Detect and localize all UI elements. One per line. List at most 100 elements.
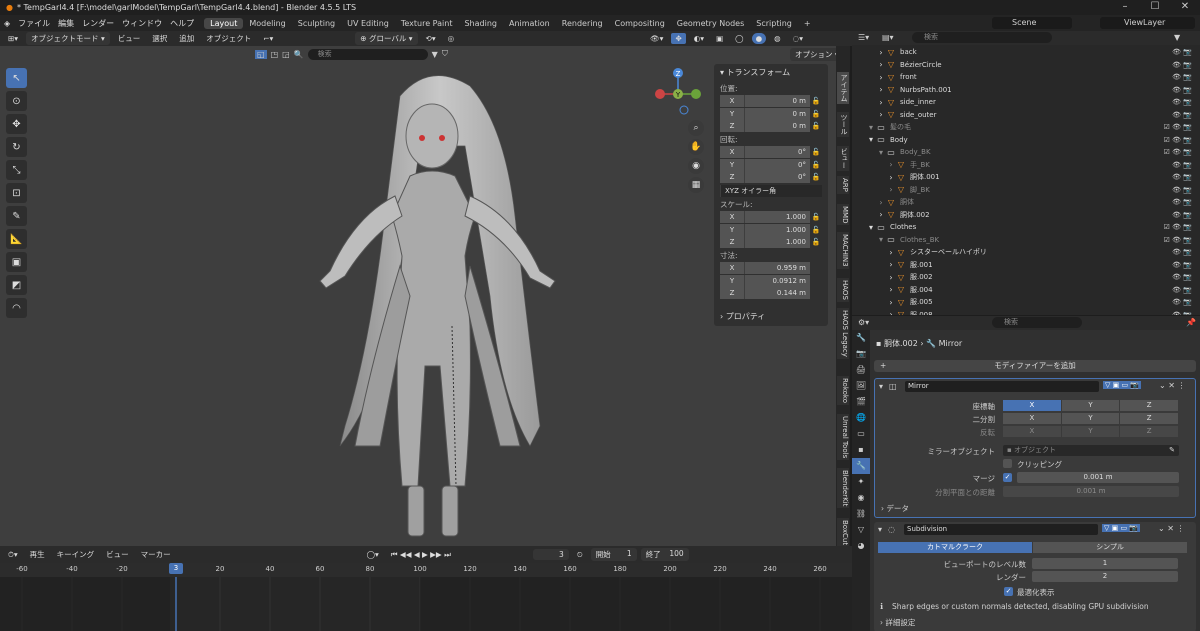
- rotation-y-field[interactable]: 0°: [744, 158, 810, 171]
- flip-toggle[interactable]: XYZ: [1003, 426, 1180, 437]
- menu-view[interactable]: ビュー: [114, 32, 145, 45]
- expand-icon[interactable]: ›: [876, 110, 886, 119]
- frame-start-field[interactable]: 開始 1: [590, 548, 637, 561]
- tab-modeling[interactable]: Modeling: [243, 18, 291, 29]
- tab-tool[interactable]: ツール: [837, 112, 849, 137]
- tab-scripting[interactable]: Scripting: [750, 18, 798, 29]
- viewport-levels-field[interactable]: 1: [1032, 558, 1178, 569]
- visibility-toggle-icon[interactable]: 👁 📷: [1172, 86, 1192, 94]
- data-properties-icon[interactable]: ▽: [852, 522, 870, 538]
- tab-haos-legacy[interactable]: HAOS Legacy: [837, 308, 849, 359]
- collection-properties-icon[interactable]: ▭: [852, 426, 870, 442]
- properties-editor-icon[interactable]: ⚙▾: [858, 318, 869, 327]
- visibility-toggle-icon[interactable]: 👁 📷: [1172, 186, 1192, 194]
- tab-rokoko[interactable]: Rokoko: [837, 376, 849, 406]
- outliner-row[interactable]: › ▽ 胴体.002 👁 📷: [852, 209, 1200, 222]
- scale-tool-icon[interactable]: ⤡: [6, 160, 27, 180]
- tab-compositing[interactable]: Compositing: [609, 18, 671, 29]
- outliner-row[interactable]: › ▽ NurbsPath.001 👁 📷: [852, 84, 1200, 97]
- tab-boxcut[interactable]: BoxCut: [837, 518, 849, 548]
- mirror-object-field[interactable]: ▪ オブジェクト ✎: [1003, 445, 1179, 456]
- outliner-row[interactable]: › ▽ 手_BK 👁 📷: [852, 159, 1200, 172]
- shading-material-icon[interactable]: ◍: [770, 33, 785, 44]
- menu-object[interactable]: オブジェクト: [202, 32, 255, 45]
- tab-uv-editing[interactable]: UV Editing: [341, 18, 395, 29]
- blender-menu-icon[interactable]: ◈: [0, 19, 14, 28]
- outliner-row[interactable]: › ▽ 服.008 👁 📷: [852, 309, 1200, 315]
- timeline-ruler[interactable]: -60 -40 -20 3 20 40 60 80 100 120 140 16…: [0, 563, 852, 577]
- current-frame-field[interactable]: 3: [532, 549, 569, 560]
- transform-b-tool-icon[interactable]: ◩: [6, 275, 27, 295]
- visibility-toggle-icon[interactable]: 👁 📷: [1172, 198, 1192, 206]
- shield-icon[interactable]: ⛉: [442, 49, 448, 59]
- outliner-row[interactable]: › ▽ 脚_BK 👁 📷: [852, 184, 1200, 197]
- modifier-properties-icon[interactable]: 🔧: [852, 458, 870, 474]
- rotation-x-field[interactable]: 0°: [744, 146, 810, 158]
- options-dropdown[interactable]: オプション ▾: [790, 48, 836, 61]
- tab-unreal-tools[interactable]: Unreal Tools: [837, 414, 849, 461]
- render-properties-icon[interactable]: 📷: [852, 346, 870, 362]
- filter-icon[interactable]: ◲: [282, 50, 290, 59]
- pin-icon[interactable]: 📌: [1186, 318, 1196, 327]
- lock-icon[interactable]: 🔓: [810, 238, 822, 246]
- select-tool-icon[interactable]: ↖: [6, 68, 27, 88]
- location-y-field[interactable]: 0 m: [744, 107, 810, 120]
- expand-icon[interactable]: ›: [886, 160, 896, 169]
- expand-icon[interactable]: ›: [886, 185, 896, 194]
- outliner-row[interactable]: ▾ ▭ Body ☑ 👁 📷: [852, 134, 1200, 147]
- output-properties-icon[interactable]: 🖨: [852, 362, 870, 378]
- expand-icon[interactable]: ›: [886, 173, 896, 182]
- tab-sculpting[interactable]: Sculpting: [292, 18, 341, 29]
- visibility-toggle-icon[interactable]: 👁 📷: [1172, 248, 1192, 256]
- location-x-field[interactable]: 0 m: [744, 95, 810, 107]
- snap-icon[interactable]: ⌐▾: [259, 33, 277, 44]
- playhead[interactable]: 3: [169, 563, 183, 574]
- location-z-field[interactable]: 0 m: [744, 120, 810, 132]
- expand-icon[interactable]: ›: [876, 48, 886, 57]
- lock-icon[interactable]: 🔓: [810, 97, 822, 105]
- tab-haos[interactable]: HAOS: [837, 278, 849, 302]
- menu-timeline-view[interactable]: ビュー: [102, 548, 133, 561]
- frame-end-field[interactable]: 終了 100: [640, 548, 689, 561]
- xray-icon[interactable]: ▣: [712, 33, 727, 44]
- playback-controls[interactable]: ⏮ ◀◀ ◀ ▶ ▶▶ ⏭: [387, 549, 455, 561]
- tab-machin3[interactable]: MACHIN3: [837, 232, 849, 269]
- subdivision-type-toggle[interactable]: カトマルクラーク シンプル: [878, 542, 1188, 553]
- zoom-icon[interactable]: ⌕: [688, 120, 704, 136]
- tab-layout[interactable]: Layout: [204, 17, 244, 29]
- scale-x-field[interactable]: 1.000: [744, 211, 810, 223]
- expand-icon[interactable]: ›: [886, 273, 896, 282]
- lock-icon[interactable]: 🔓: [810, 122, 822, 130]
- maximize-button[interactable]: ☐: [1140, 0, 1170, 15]
- world-properties-icon[interactable]: 🌐: [852, 410, 870, 426]
- expand-icon[interactable]: ›: [886, 248, 896, 257]
- menu-help[interactable]: ヘルプ: [166, 18, 198, 29]
- data-subpanel[interactable]: › データ: [881, 503, 909, 514]
- scene-selector[interactable]: Scene: [992, 17, 1072, 29]
- object-properties-icon[interactable]: ▪: [852, 442, 870, 458]
- merge-checkbox[interactable]: ✓: [1003, 473, 1012, 482]
- visibility-toggle-icon[interactable]: ☑ 👁 📷: [1164, 123, 1192, 131]
- record-icon[interactable]: ◯▾: [363, 549, 383, 560]
- physics-icon[interactable]: ◉: [852, 490, 870, 506]
- outliner-row[interactable]: › ▽ 服.002 👁 📷: [852, 271, 1200, 284]
- modifier-visibility-icons[interactable]: ▽ ▣ ▭ 📷: [1102, 524, 1141, 532]
- particles-icon[interactable]: ✦: [852, 474, 870, 490]
- move-tool-icon[interactable]: ✥: [6, 114, 27, 134]
- visibility-toggle-icon[interactable]: 👁 📷: [1172, 311, 1192, 315]
- rotation-mode-dropdown[interactable]: XYZ オイラー角: [720, 185, 822, 197]
- menu-window[interactable]: ウィンドウ: [118, 18, 166, 29]
- rotation-z-field[interactable]: 0°: [744, 171, 810, 183]
- menu-marker[interactable]: マーカー: [137, 548, 175, 561]
- dimensions-x-field[interactable]: 0.959 m: [744, 262, 810, 274]
- advanced-subpanel[interactable]: › 詳細設定: [880, 617, 915, 628]
- merge-distance-field[interactable]: 0.001 m: [1017, 472, 1179, 483]
- tab-view[interactable]: ビュー: [837, 146, 849, 171]
- visibility-toggle-icon[interactable]: ☑ 👁 📷: [1164, 136, 1192, 144]
- camera-icon[interactable]: ◉: [688, 158, 704, 174]
- expand-icon[interactable]: ›: [886, 285, 896, 294]
- tab-mmd[interactable]: MMD: [837, 204, 849, 226]
- lock-icon[interactable]: 🔓: [810, 161, 822, 169]
- outliner-row[interactable]: ▾ ▭ Body_BK ☑ 👁 📷: [852, 146, 1200, 159]
- gizmo-toggle-icon[interactable]: ✥: [671, 33, 686, 44]
